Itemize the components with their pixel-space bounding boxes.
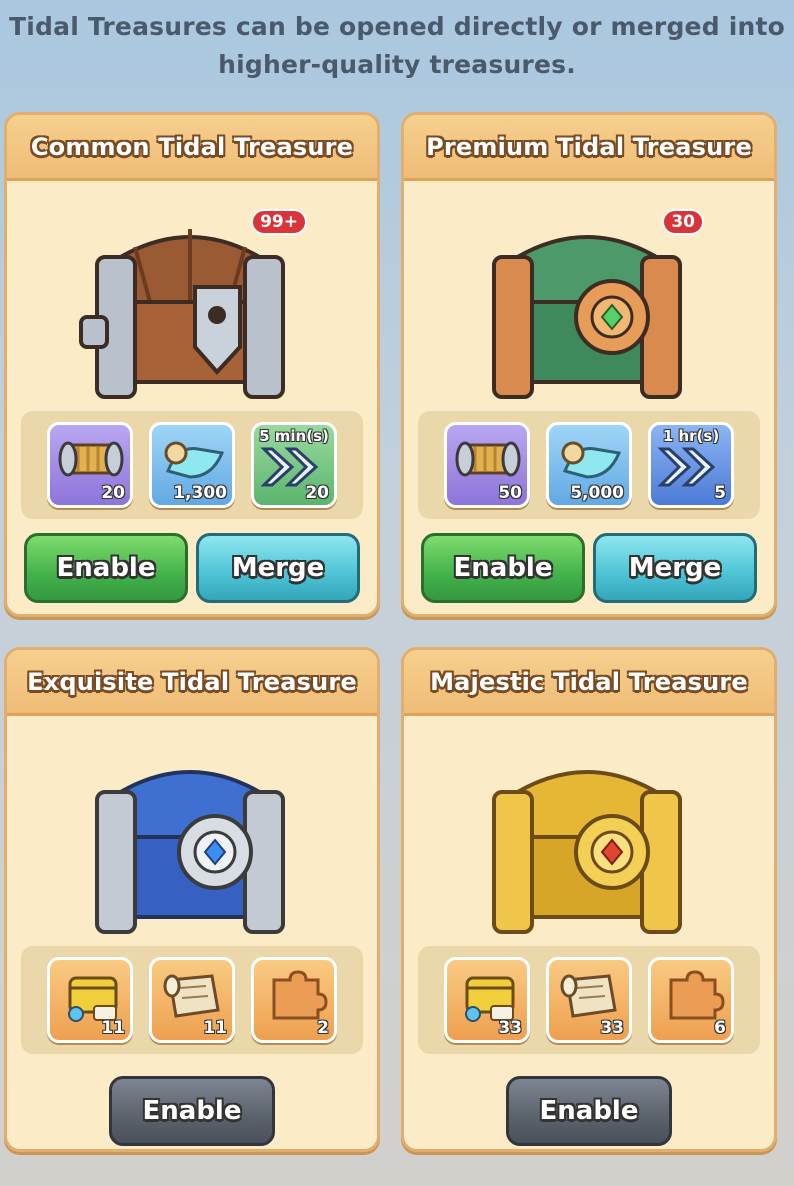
exquisite-chest-icon[interactable] bbox=[75, 742, 305, 942]
card-premium-tidal-treasure: Premium Tidal Treasure 30 50 5,000 1 hr(… bbox=[401, 112, 777, 617]
reward-item[interactable]: 33 bbox=[444, 957, 530, 1043]
card-title: Exquisite Tidal Treasure bbox=[7, 650, 377, 716]
reward-item[interactable]: 20 bbox=[47, 422, 133, 508]
reward-item[interactable]: 50 bbox=[444, 422, 530, 508]
reward-qty: 11 bbox=[101, 1018, 125, 1038]
majestic-chest-icon[interactable] bbox=[472, 742, 702, 942]
reward-item[interactable]: 1,300 bbox=[149, 422, 235, 508]
reward-item[interactable]: 6 bbox=[648, 957, 734, 1043]
reward-list: 20 1,300 5 min(s) 20 bbox=[21, 411, 363, 519]
reward-qty: 33 bbox=[600, 1018, 624, 1038]
reward-qty: 20 bbox=[101, 483, 125, 503]
chest-display: 99+ bbox=[7, 181, 377, 411]
action-buttons: Enable bbox=[404, 1076, 774, 1146]
enable-button[interactable]: Enable bbox=[109, 1076, 275, 1146]
scroll-icon bbox=[164, 441, 225, 479]
reward-item[interactable]: 5,000 bbox=[546, 422, 632, 508]
intro-text: Tidal Treasures can be opened directly o… bbox=[9, 12, 785, 79]
action-buttons: Enable Merge bbox=[7, 533, 377, 603]
card-title: Premium Tidal Treasure bbox=[404, 115, 774, 181]
reward-list: 50 5,000 1 hr(s) 5 bbox=[418, 411, 760, 519]
action-buttons: Enable bbox=[7, 1076, 377, 1146]
card-title: Common Tidal Treasure bbox=[7, 115, 377, 181]
reward-qty: 11 bbox=[203, 1018, 227, 1038]
enable-button[interactable]: Enable bbox=[506, 1076, 672, 1146]
reward-qty: 50 bbox=[498, 483, 522, 503]
premium-chest-icon[interactable] bbox=[472, 207, 702, 407]
reward-list: 11 11 2 bbox=[21, 946, 363, 1054]
chest-display bbox=[7, 716, 377, 946]
map-scroll-icon bbox=[560, 974, 617, 1018]
treasure-pile-icon bbox=[68, 976, 118, 1022]
reward-qty: 5,000 bbox=[570, 483, 624, 503]
puzzle-piece-icon bbox=[272, 970, 328, 1020]
card-title: Majestic Tidal Treasure bbox=[404, 650, 774, 716]
chest-count-badge: 30 bbox=[662, 209, 704, 235]
thread-spool-icon bbox=[58, 441, 124, 477]
reward-item[interactable]: 11 bbox=[47, 957, 133, 1043]
scroll-icon bbox=[561, 441, 622, 479]
reward-qty: 33 bbox=[498, 1018, 522, 1038]
map-scroll-icon bbox=[163, 974, 220, 1018]
reward-qty: 20 bbox=[305, 483, 329, 503]
card-exquisite-tidal-treasure: Exquisite Tidal Treasure 11 11 2 Enable bbox=[4, 647, 380, 1152]
reward-qty: 2 bbox=[317, 1018, 329, 1038]
reward-item[interactable]: 5 min(s) 20 bbox=[251, 422, 337, 508]
reward-item[interactable]: 2 bbox=[251, 957, 337, 1043]
chest-display: 30 bbox=[404, 181, 774, 411]
reward-qty: 5 bbox=[714, 483, 726, 503]
merge-button[interactable]: Merge bbox=[196, 533, 360, 603]
thread-spool-icon bbox=[455, 441, 521, 477]
card-common-tidal-treasure: Common Tidal Treasure 99+ 20 1,300 5 min… bbox=[4, 112, 380, 617]
card-majestic-tidal-treasure: Majestic Tidal Treasure 33 33 6 Enable bbox=[401, 647, 777, 1152]
treasure-pile-icon bbox=[465, 976, 515, 1022]
reward-item[interactable]: 33 bbox=[546, 957, 632, 1043]
enable-button[interactable]: Enable bbox=[24, 533, 188, 603]
merge-button[interactable]: Merge bbox=[593, 533, 757, 603]
reward-item[interactable]: 11 bbox=[149, 957, 235, 1043]
enable-button[interactable]: Enable bbox=[421, 533, 585, 603]
chest-display bbox=[404, 716, 774, 946]
common-chest-icon[interactable] bbox=[75, 207, 305, 407]
reward-item[interactable]: 1 hr(s) 5 bbox=[648, 422, 734, 508]
reward-list: 33 33 6 bbox=[418, 946, 760, 1054]
chest-count-badge: 99+ bbox=[251, 209, 307, 235]
action-buttons: Enable Merge bbox=[404, 533, 774, 603]
reward-qty: 1,300 bbox=[173, 483, 227, 503]
puzzle-piece-icon bbox=[669, 970, 725, 1020]
reward-qty: 6 bbox=[714, 1018, 726, 1038]
